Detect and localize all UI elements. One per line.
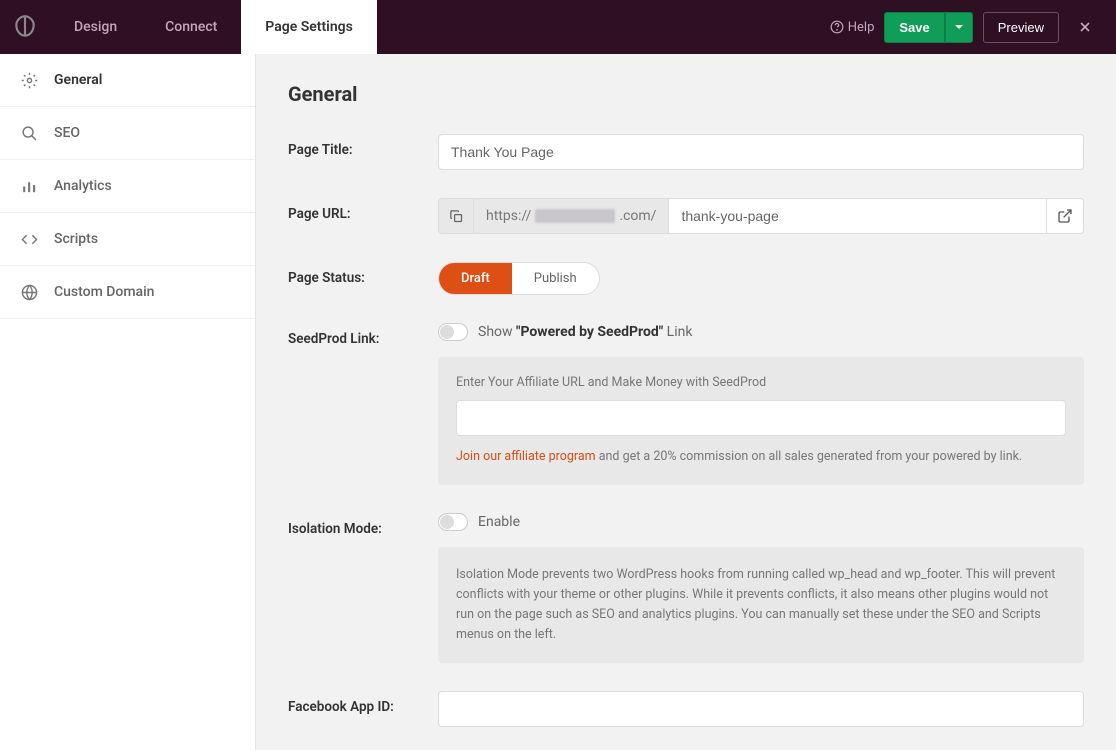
nav-tabs: Design Connect Page Settings bbox=[50, 0, 377, 54]
url-slug-input[interactable] bbox=[669, 198, 1047, 234]
seedprod-switch-row: Show "Powered by SeedProd" Link bbox=[438, 323, 1084, 341]
form-row-seedprod-link: SeedProd Link: Show "Powered by SeedProd… bbox=[288, 323, 1084, 485]
seedprod-switch-label: Show "Powered by SeedProd" Link bbox=[478, 324, 692, 340]
help-link[interactable]: Help bbox=[830, 20, 875, 35]
sidebar-item-analytics[interactable]: Analytics bbox=[0, 160, 255, 213]
page-title-input[interactable] bbox=[438, 134, 1084, 170]
globe-icon bbox=[20, 283, 38, 301]
page-title: General bbox=[288, 82, 1084, 106]
facebook-app-id-label: Facebook App ID: bbox=[288, 691, 438, 715]
sidebar-item-seo[interactable]: SEO bbox=[0, 107, 255, 160]
affiliate-url-input[interactable] bbox=[456, 400, 1066, 436]
sidebar-item-label: Custom Domain bbox=[54, 284, 154, 300]
sidebar-item-label: Scripts bbox=[54, 231, 98, 247]
sidebar-item-custom-domain[interactable]: Custom Domain bbox=[0, 266, 255, 319]
gear-icon bbox=[20, 71, 38, 89]
tab-page-settings[interactable]: Page Settings bbox=[241, 0, 377, 54]
tab-connect[interactable]: Connect bbox=[141, 0, 241, 54]
form-row-page-url: Page URL: https://.com/ bbox=[288, 198, 1084, 234]
sidebar-item-label: SEO bbox=[54, 125, 80, 141]
leaf-icon bbox=[12, 14, 38, 40]
close-icon bbox=[1077, 19, 1093, 35]
seedprod-link-switch[interactable] bbox=[438, 323, 468, 341]
form-row-isolation-mode: Isolation Mode: Enable Isolation Mode pr… bbox=[288, 513, 1084, 663]
help-label: Help bbox=[848, 20, 875, 35]
isolation-description: Isolation Mode prevents two WordPress ho… bbox=[456, 565, 1066, 645]
sidebar-item-scripts[interactable]: Scripts bbox=[0, 213, 255, 266]
external-link-icon bbox=[1057, 208, 1073, 224]
help-icon bbox=[830, 20, 844, 34]
affiliate-program-link[interactable]: Join our affiliate program bbox=[456, 449, 596, 464]
copy-url-button[interactable] bbox=[438, 198, 474, 234]
page-title-label: Page Title: bbox=[288, 134, 438, 158]
logo bbox=[0, 0, 50, 54]
status-publish[interactable]: Publish bbox=[512, 263, 599, 294]
isolation-mode-label: Isolation Mode: bbox=[288, 513, 438, 537]
sidebar: General SEO Analytics Scripts Custom Dom… bbox=[0, 54, 256, 750]
url-prefix: https://.com/ bbox=[474, 198, 669, 234]
chart-icon bbox=[20, 177, 38, 195]
header-right: Help Save Preview bbox=[830, 12, 1116, 43]
form-row-page-title: Page Title: bbox=[288, 134, 1084, 170]
tab-design[interactable]: Design bbox=[50, 0, 141, 54]
isolation-mode-switch[interactable] bbox=[438, 513, 468, 531]
status-toggle: Draft Publish bbox=[438, 262, 600, 295]
isolation-switch-row: Enable bbox=[438, 513, 1084, 531]
save-button[interactable]: Save bbox=[884, 12, 944, 43]
page-status-label: Page Status: bbox=[288, 262, 438, 286]
affiliate-label: Enter Your Affiliate URL and Make Money … bbox=[456, 375, 1066, 390]
main-container: General SEO Analytics Scripts Custom Dom… bbox=[0, 54, 1116, 750]
isolation-info-box: Isolation Mode prevents two WordPress ho… bbox=[438, 547, 1084, 663]
form-row-facebook-app-id: Facebook App ID: bbox=[288, 691, 1084, 727]
save-button-group: Save bbox=[884, 12, 972, 43]
open-url-button[interactable] bbox=[1047, 198, 1084, 234]
caret-down-icon bbox=[954, 22, 964, 32]
sidebar-item-label: Analytics bbox=[54, 178, 112, 194]
isolation-enable-label: Enable bbox=[478, 514, 520, 530]
preview-button[interactable]: Preview bbox=[983, 12, 1059, 43]
code-icon bbox=[20, 230, 38, 248]
affiliate-help: Join our affiliate program and get a 20%… bbox=[456, 448, 1066, 467]
url-input-group: https://.com/ bbox=[438, 198, 1084, 234]
facebook-app-id-input[interactable] bbox=[438, 691, 1084, 727]
affiliate-box: Enter Your Affiliate URL and Make Money … bbox=[438, 357, 1084, 485]
header: Design Connect Page Settings Help Save P… bbox=[0, 0, 1116, 54]
sidebar-item-general[interactable]: General bbox=[0, 54, 255, 107]
status-draft[interactable]: Draft bbox=[439, 263, 512, 294]
form-row-page-status: Page Status: Draft Publish bbox=[288, 262, 1084, 295]
copy-icon bbox=[449, 209, 464, 224]
search-icon bbox=[20, 124, 38, 142]
page-url-label: Page URL: bbox=[288, 198, 438, 222]
sidebar-item-label: General bbox=[54, 72, 102, 88]
url-domain-blurred bbox=[535, 209, 615, 223]
seedprod-link-label: SeedProd Link: bbox=[288, 323, 438, 347]
content-area: General Page Title: Page URL: https://.c… bbox=[256, 54, 1116, 750]
close-button[interactable] bbox=[1069, 19, 1101, 35]
save-dropdown[interactable] bbox=[945, 12, 973, 43]
